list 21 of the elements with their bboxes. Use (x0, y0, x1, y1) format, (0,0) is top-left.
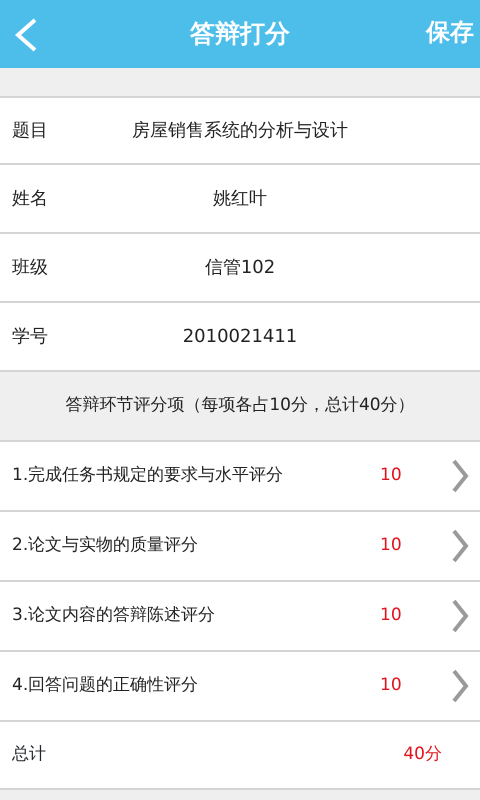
field-value: 姚红叶 (212, 187, 268, 211)
score-item[interactable]: 4.回答问题的正确性评分 10 (0, 652, 480, 722)
total-value: 40分 (403, 743, 442, 766)
score-item[interactable]: 2.论文与实物的质量评分 10 (0, 512, 480, 582)
field-value: 房屋销售系统的分析与设计 (131, 119, 349, 143)
field-value: 2010021411 (182, 325, 298, 349)
back-button[interactable] (14, 18, 38, 52)
chevron-icon (451, 669, 469, 703)
field-label: 题目 (11, 119, 49, 143)
chevron-icon (451, 459, 469, 493)
chevron-icon (451, 599, 469, 633)
score-item[interactable]: 3.论文内容的答辩陈述评分 10 (0, 582, 480, 652)
score-item[interactable]: 1.完成任务书规定的要求与水平评分 10 (0, 442, 480, 512)
section-title: 答辩环节评分项（每项各占10分，总计40分） (65, 394, 415, 418)
field-label: 姓名 (11, 187, 49, 211)
total-label: 总计 (11, 743, 46, 766)
field-label: 学号 (11, 325, 49, 349)
chevron-icon (451, 529, 469, 563)
page-title: 答辩打分 (190, 18, 290, 50)
field-label: 班级 (11, 256, 49, 280)
field-value: 信管102 (204, 256, 276, 280)
